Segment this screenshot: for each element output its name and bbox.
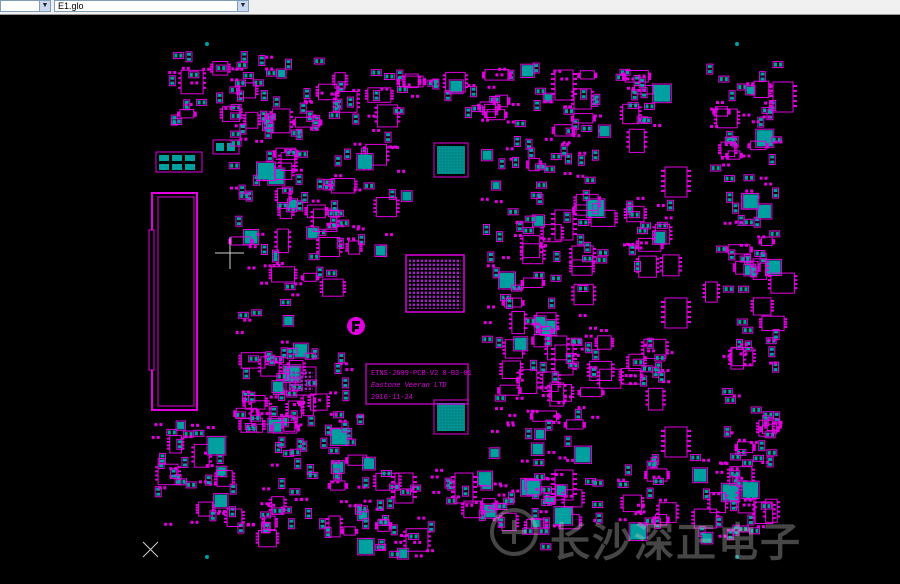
qfn-chip-left: [285, 366, 317, 396]
layer-select-combo[interactable]: ▼: [0, 0, 51, 12]
fiducial-top-left: [205, 42, 209, 46]
pcb-layout: ETNS-J609-PCB-V2 0-B3-01 Eastone Veeran …: [142, 42, 798, 560]
origin-x-marker-icon: [142, 541, 159, 558]
edge-connector: [148, 192, 198, 411]
pad-block-left: [155, 139, 240, 173]
watermark-text: 长沙深正电子: [550, 520, 802, 566]
qfn-chip-upper: [433, 142, 469, 178]
fiducial-bottom-left: [205, 555, 209, 559]
pcb-canvas[interactable]: ETNS-J609-PCB-V2 0-B3-01 Eastone Veeran …: [0, 15, 900, 579]
silkscreen-line-3: 2016-11-24: [371, 394, 413, 402]
top-toolbar: ▼ E1.glo ▼: [0, 0, 900, 15]
crosshair-cursor-icon: [215, 237, 244, 269]
chevron-down-icon[interactable]: ▼: [39, 1, 50, 11]
component-clusters: [151, 51, 798, 560]
silkscreen-label: ETNS-J609-PCB-V2 0-B3-01 Eastone Veeran …: [365, 363, 472, 405]
silkscreen-line-2: Eastone Veeran LTD: [371, 382, 447, 390]
chevron-down-icon[interactable]: ▼: [237, 1, 248, 11]
silkscreen-line-1: ETNS-J609-PCB-V2 0-B3-01: [371, 370, 472, 378]
watermark-logo-icon: [484, 507, 544, 557]
qfn-chip-lower: [433, 399, 469, 435]
file-select-combo[interactable]: E1.glo ▼: [54, 0, 249, 12]
file-select-value: E1.glo: [58, 1, 84, 11]
bga-main-chip: [405, 254, 465, 313]
fiducial-top-right: [735, 42, 739, 46]
board-logo: [347, 317, 365, 335]
